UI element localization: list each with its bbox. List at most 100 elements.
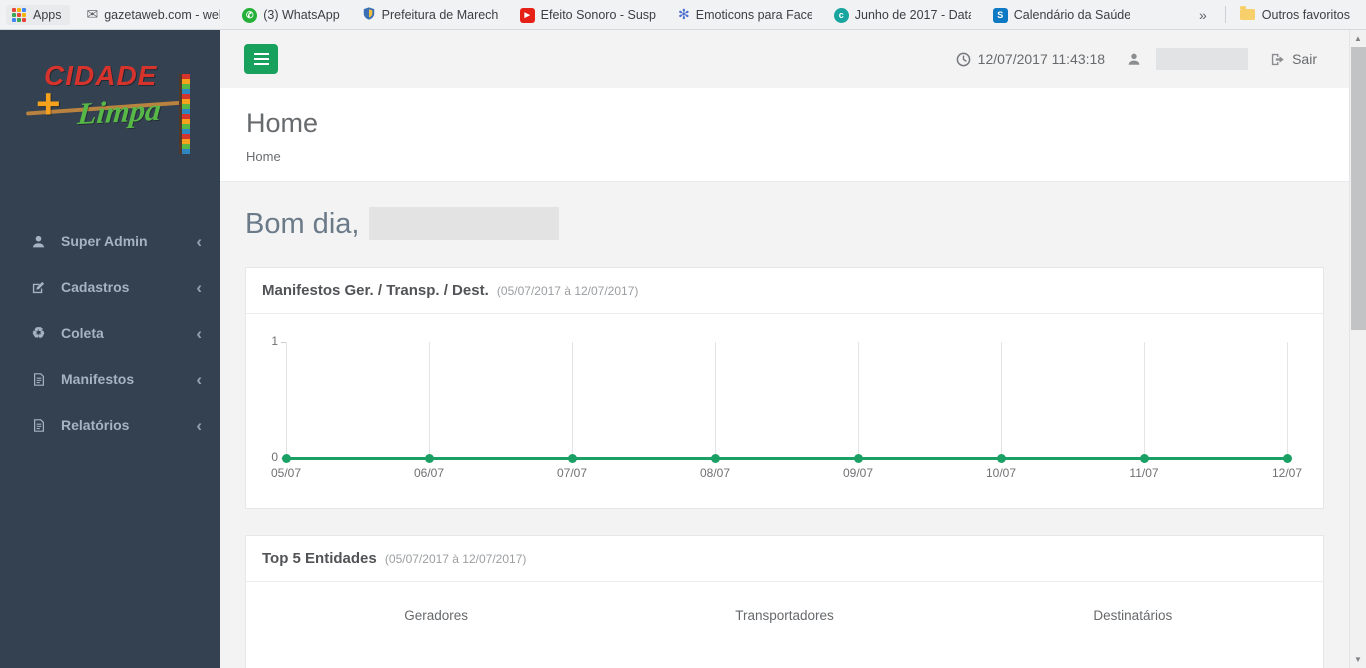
folder-icon (1239, 6, 1255, 20)
sidebar-item-label: Manifestos (61, 371, 135, 387)
other-favorites-label: Outros favoritos (1261, 7, 1350, 22)
sidebar-item-coleta[interactable]: ♻ Coleta ‹ (0, 310, 220, 356)
chart-data-point[interactable] (1282, 453, 1292, 463)
chart-line-segment (1144, 456, 1287, 460)
greeting: Bom dia, (245, 207, 1324, 241)
gridline (1287, 342, 1288, 458)
bookmark-prefeitura-de-marech[interactable]: Prefeitura de Marech (355, 3, 505, 27)
sidebar-item-label: Coleta (61, 325, 104, 341)
gridline (429, 342, 430, 458)
breadcrumb[interactable]: Home (246, 149, 1323, 164)
bookmark-3-whatsapp[interactable]: ✆ (3) WhatsApp (235, 4, 346, 26)
bookmark-label: Prefeitura de Marech (381, 7, 498, 22)
scroll-up-arrow[interactable]: ▲ (1350, 30, 1366, 47)
apps-button[interactable]: Apps (6, 4, 70, 25)
chevron-left-icon: ‹ (196, 277, 202, 297)
manifests-panel-body: 0 1 05/07 06/07 07/07 08/07 09/07 10/07 11/07 12/… (246, 314, 1323, 508)
x-axis-tick-label: 09/07 (842, 466, 874, 480)
chart-line-segment (858, 456, 1001, 460)
chart-data-point[interactable] (853, 453, 863, 463)
sidebar-item-manifestos[interactable]: Manifestos ‹ (0, 356, 220, 402)
chart-line-segment (429, 456, 572, 460)
bookmark-efeito-sonoro-susp[interactable]: ▶ Efeito Sonoro - Susp (513, 3, 663, 26)
top5-column-geradores: Geradores (404, 608, 469, 623)
bookmarks-overflow-chevron[interactable]: » (1189, 7, 1217, 23)
hamburger-icon (253, 53, 269, 65)
youtube-icon: ▶ (519, 6, 535, 23)
scroll-down-arrow[interactable]: ▼ (1350, 651, 1366, 668)
gridline (1001, 342, 1002, 458)
user-icon (1127, 52, 1141, 66)
bookmark-label: gazetaweb.com - web (104, 7, 221, 22)
bookmark-calendario-da-saude[interactable]: S Calendário da Saúde (986, 4, 1137, 26)
sidebar-item-relatorios[interactable]: Relatórios ‹ (0, 402, 220, 448)
bookmarks-divider (1224, 6, 1226, 23)
top5-panel-body: Geradores Transportadores Destinatários (246, 582, 1323, 668)
chart-line-segment (715, 456, 858, 460)
top5-panel-header: Top 5 Entidades (05/07/2017 à 12/07/2017… (246, 536, 1323, 582)
shield-icon (362, 6, 376, 24)
page-scrollbar[interactable]: ▲ ▼ (1349, 30, 1366, 668)
chevron-left-icon: ‹ (196, 415, 202, 435)
main-area: 12/07/2017 11:43:18 Sair Home Home Bom d… (220, 30, 1349, 668)
chart-line-segment (1001, 456, 1144, 460)
chart-data-point[interactable] (281, 453, 291, 463)
gridline (858, 342, 859, 458)
page-heading: Home Home (220, 88, 1349, 182)
gridline (1144, 342, 1145, 458)
broom-head-graphic (179, 74, 190, 154)
bookmark-label: Efeito Sonoro - Susp (540, 7, 657, 22)
x-axis-tick-label: 10/07 (985, 466, 1017, 480)
bookmarks-bar: Apps ✉ gazetaweb.com - web ✆ (3) WhatsApp Pr… (0, 0, 1366, 30)
apps-grid-icon (12, 7, 26, 22)
app-logo: CIDADE + Limpa (0, 30, 220, 170)
skype-icon: S (992, 7, 1008, 23)
logo-word-cidade: CIDADE (44, 60, 158, 91)
apps-label: Apps (33, 7, 62, 22)
chart-line-segment (286, 456, 429, 460)
manifests-panel: Manifestos Ger. / Transp. / Dest. (05/07… (245, 267, 1324, 509)
chart-data-point[interactable] (567, 453, 577, 463)
logout-link[interactable]: Sair (1292, 51, 1317, 67)
x-axis-tick-label: 05/07 (270, 466, 302, 480)
bookmark-label: (3) WhatsApp (263, 7, 340, 22)
file-icon (30, 418, 47, 433)
sidebar-item-cadastros[interactable]: Cadastros ‹ (0, 264, 220, 310)
recycle-icon: ♻ (31, 325, 46, 342)
top5-panel-subtitle: (05/07/2017 à 12/07/2017) (384, 552, 527, 566)
sidebar-item-label: Cadastros (61, 279, 130, 295)
page-title: Home (246, 108, 319, 138)
sidebar: CIDADE + Limpa Super Admin ‹ Cadastros ‹ ♻ Co… (0, 30, 220, 668)
logo-plus-sign: + (36, 80, 61, 127)
chart-data-point[interactable] (424, 453, 434, 463)
other-favorites-button[interactable]: Outros favoritos (1234, 5, 1360, 25)
user-icon (30, 234, 47, 249)
chart-data-point[interactable] (1139, 453, 1149, 463)
header-datetime: 12/07/2017 11:43:18 (977, 51, 1106, 67)
calendar-icon: c (833, 7, 849, 23)
top5-panel: Top 5 Entidades (05/07/2017 à 12/07/2017… (245, 535, 1324, 668)
logo-word-limpa: Limpa (76, 91, 163, 132)
bookmark-junho-de-2017-data[interactable]: c Junho de 2017 - Data (827, 4, 978, 26)
manifests-line-chart: 0 1 05/07 06/07 07/07 08/07 09/07 10/07 11/07 12/… (262, 330, 1307, 490)
sidebar-item-super-admin[interactable]: Super Admin ‹ (0, 218, 220, 264)
chart-data-point[interactable] (996, 453, 1006, 463)
scrollbar-thumb[interactable] (1351, 47, 1366, 330)
chart-line-segment (572, 456, 715, 460)
chart-data-point[interactable] (710, 453, 720, 463)
manifests-panel-header: Manifestos Ger. / Transp. / Dest. (05/07… (246, 268, 1323, 314)
clock-icon (956, 52, 971, 67)
gridline (715, 342, 716, 458)
bookmark-emoticons-para-faceb[interactable]: ✻ Emoticons para Faceb (671, 4, 819, 25)
bookmark-label: Junho de 2017 - Data (854, 7, 971, 22)
gridline (286, 342, 287, 458)
y-axis-tick-label: 0 (271, 450, 278, 464)
x-axis-tick-label: 06/07 (413, 466, 445, 480)
sidebar-toggle-button[interactable] (244, 44, 278, 74)
x-axis-tick-label: 12/07 (1271, 466, 1303, 480)
flower-icon: ✻ (678, 6, 690, 22)
manifests-panel-title: Manifestos Ger. / Transp. / Dest. (262, 282, 489, 299)
bookmark-gazetaweb-com-web[interactable]: ✉ gazetaweb.com - web (80, 4, 228, 25)
chevron-left-icon: ‹ (196, 323, 202, 343)
greeting-username-redacted-box (369, 207, 560, 240)
